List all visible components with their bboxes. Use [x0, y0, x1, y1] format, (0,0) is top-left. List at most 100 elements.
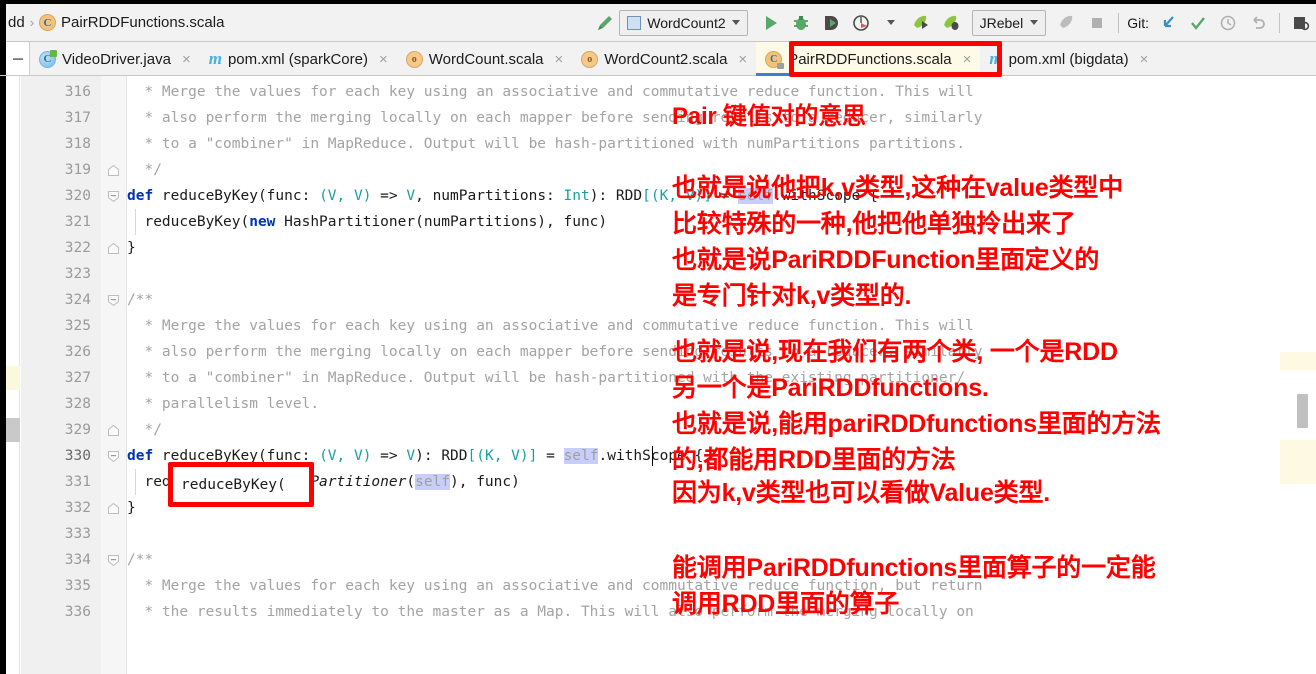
scala-class-readonly-icon: C	[765, 50, 785, 69]
tab-pom-bigdata[interactable]: m pom.xml (bigdata) ×	[980, 42, 1157, 76]
scrollbar-thumb[interactable]	[1297, 394, 1308, 428]
close-icon[interactable]: ×	[182, 51, 191, 68]
code-line[interactable]: reduceByKey(new HashPartitioner(numParti…	[127, 209, 607, 235]
close-icon[interactable]: ×	[379, 51, 388, 68]
close-icon[interactable]: ×	[1140, 51, 1149, 68]
git-history-button[interactable]	[1215, 10, 1241, 36]
annotation-text: 也就是说,现在我们有两个类, 一个是RDD	[672, 338, 1118, 366]
tab-pom-sparkcore[interactable]: m pom.xml (sparkCore) ×	[200, 42, 397, 76]
code-editor[interactable]: 316 317 318 319 320 321 322 323 324 325 326 327 328 3…	[0, 76, 1316, 674]
jrebel-run-button[interactable]	[908, 10, 934, 36]
line-number: 327	[64, 370, 91, 386]
annotation-text: 是专门针对k,v类型的.	[672, 282, 912, 310]
fold-toggle-icon[interactable]	[107, 554, 120, 572]
run-with-coverage-button[interactable]	[818, 10, 844, 36]
attach-button[interactable]	[1054, 10, 1080, 36]
line-number: 330	[64, 448, 91, 464]
annotation-text: 也就是说,能用pariRDDfunctions里面的方法	[672, 410, 1161, 438]
fold-toggle-icon[interactable]	[107, 190, 120, 208]
line-number: 318	[64, 136, 91, 152]
code-line[interactable]: /**	[127, 547, 153, 573]
stop-button[interactable]	[1084, 10, 1110, 36]
code-token: HashPartitioner(numPartitions), func)	[284, 214, 608, 230]
line-number: 320	[64, 188, 91, 204]
tab-label: WordCount2.scala	[604, 50, 728, 68]
code-line[interactable]: * parallelism level.	[127, 391, 319, 417]
git-update-button[interactable]	[1155, 10, 1181, 36]
boxed-method-name: reduceByKey(	[181, 477, 286, 493]
toolbar-divider	[1118, 12, 1120, 33]
marker-changed-yellow	[6, 366, 20, 390]
code-folding-column[interactable]	[101, 76, 127, 674]
scrollbar-marker-yellow	[1280, 352, 1316, 370]
breadcrumb-prefix[interactable]: dd	[8, 14, 25, 31]
code-token: */	[127, 422, 162, 438]
profile-dropdown-caret-icon[interactable]	[878, 10, 904, 36]
jrebel-selector[interactable]: JRebel	[971, 9, 1047, 36]
marker-changed-grey	[6, 418, 20, 442]
jrebel-debug-button[interactable]	[938, 10, 964, 36]
close-icon[interactable]: ×	[555, 51, 564, 68]
breadcrumb[interactable]: dd › C PairRDDFunctions.scala	[8, 4, 224, 42]
code-token: =>	[371, 448, 407, 464]
line-number: 329	[64, 422, 91, 438]
line-number: 333	[64, 526, 91, 542]
tab-wordcount-scala[interactable]: o WordCount.scala ×	[397, 42, 573, 76]
code-line[interactable]: */	[127, 157, 161, 183]
close-icon[interactable]: ×	[738, 51, 747, 68]
editor-tab-bar: C VideoDriver.java × m pom.xml (sparkCor…	[0, 42, 1316, 76]
module-square-icon	[627, 15, 642, 30]
git-rollback-button[interactable]	[1245, 10, 1271, 36]
collapse-all-icon[interactable]	[6, 42, 30, 75]
code-line[interactable]: }	[127, 495, 136, 521]
fold-toggle-icon[interactable]	[107, 294, 120, 312]
run-configuration-selector[interactable]: WordCount2	[619, 9, 748, 36]
annotation-text: 比较特殊的一种,他把他单独拎出来了	[672, 210, 1076, 238]
tab-wordcount2-scala[interactable]: o WordCount2.scala ×	[572, 42, 756, 76]
code-token: ), func)	[450, 474, 520, 490]
chevron-down-icon[interactable]	[1030, 20, 1039, 25]
code-line[interactable]: * to a "combiner" in MapReduce. Output w…	[127, 131, 965, 157]
code-token: /**	[127, 292, 154, 308]
line-number: 326	[64, 344, 91, 360]
tab-videodriver-java[interactable]: C VideoDriver.java ×	[30, 42, 200, 76]
tab-label: VideoDriver.java	[62, 50, 171, 68]
tab-label: pom.xml (bigdata)	[1008, 50, 1129, 68]
line-number: 325	[64, 318, 91, 334]
code-line[interactable]: }	[127, 235, 136, 261]
code-token: Int	[563, 188, 590, 204]
code-token: * parallelism level.	[127, 396, 320, 412]
debug-button[interactable]	[788, 10, 814, 36]
line-number: 336	[64, 604, 91, 620]
git-label: Git:	[1127, 14, 1149, 31]
fold-toggle-icon[interactable]	[107, 164, 120, 182]
git-commit-button[interactable]	[1185, 10, 1211, 36]
run-button[interactable]	[758, 10, 784, 36]
editor-scrollbar-column[interactable]	[1280, 76, 1316, 674]
line-number: 332	[64, 500, 91, 516]
fold-toggle-icon[interactable]	[107, 502, 120, 520]
indent-guide	[135, 469, 136, 495]
line-number: 335	[64, 578, 91, 594]
code-token: }	[127, 500, 136, 516]
profile-button[interactable]	[848, 10, 874, 36]
code-line[interactable]: */	[127, 417, 162, 443]
toolbar-left-edge	[0, 4, 6, 42]
line-number: 319	[64, 162, 91, 178]
fold-toggle-icon[interactable]	[107, 242, 120, 260]
line-number: 331	[64, 474, 91, 490]
breadcrumb-file[interactable]: PairRDDFunctions.scala	[61, 14, 224, 31]
code-token: new	[249, 214, 285, 230]
build-hammer-icon[interactable]	[591, 10, 617, 36]
code-token: ):	[415, 448, 442, 464]
annotation-text: 因为k,v类型也可以看做Value类型.	[672, 479, 1051, 507]
fold-toggle-icon[interactable]	[107, 450, 120, 468]
code-token: self	[415, 474, 451, 490]
chevron-down-icon[interactable]	[731, 20, 740, 25]
fold-toggle-icon[interactable]	[107, 424, 120, 442]
code-token: =>	[371, 188, 407, 204]
annotation-tab-highlight-box	[789, 41, 1002, 77]
code-token: def	[127, 188, 162, 204]
search-everywhere-button[interactable]	[1288, 10, 1314, 36]
code-line[interactable]: /**	[127, 287, 153, 313]
